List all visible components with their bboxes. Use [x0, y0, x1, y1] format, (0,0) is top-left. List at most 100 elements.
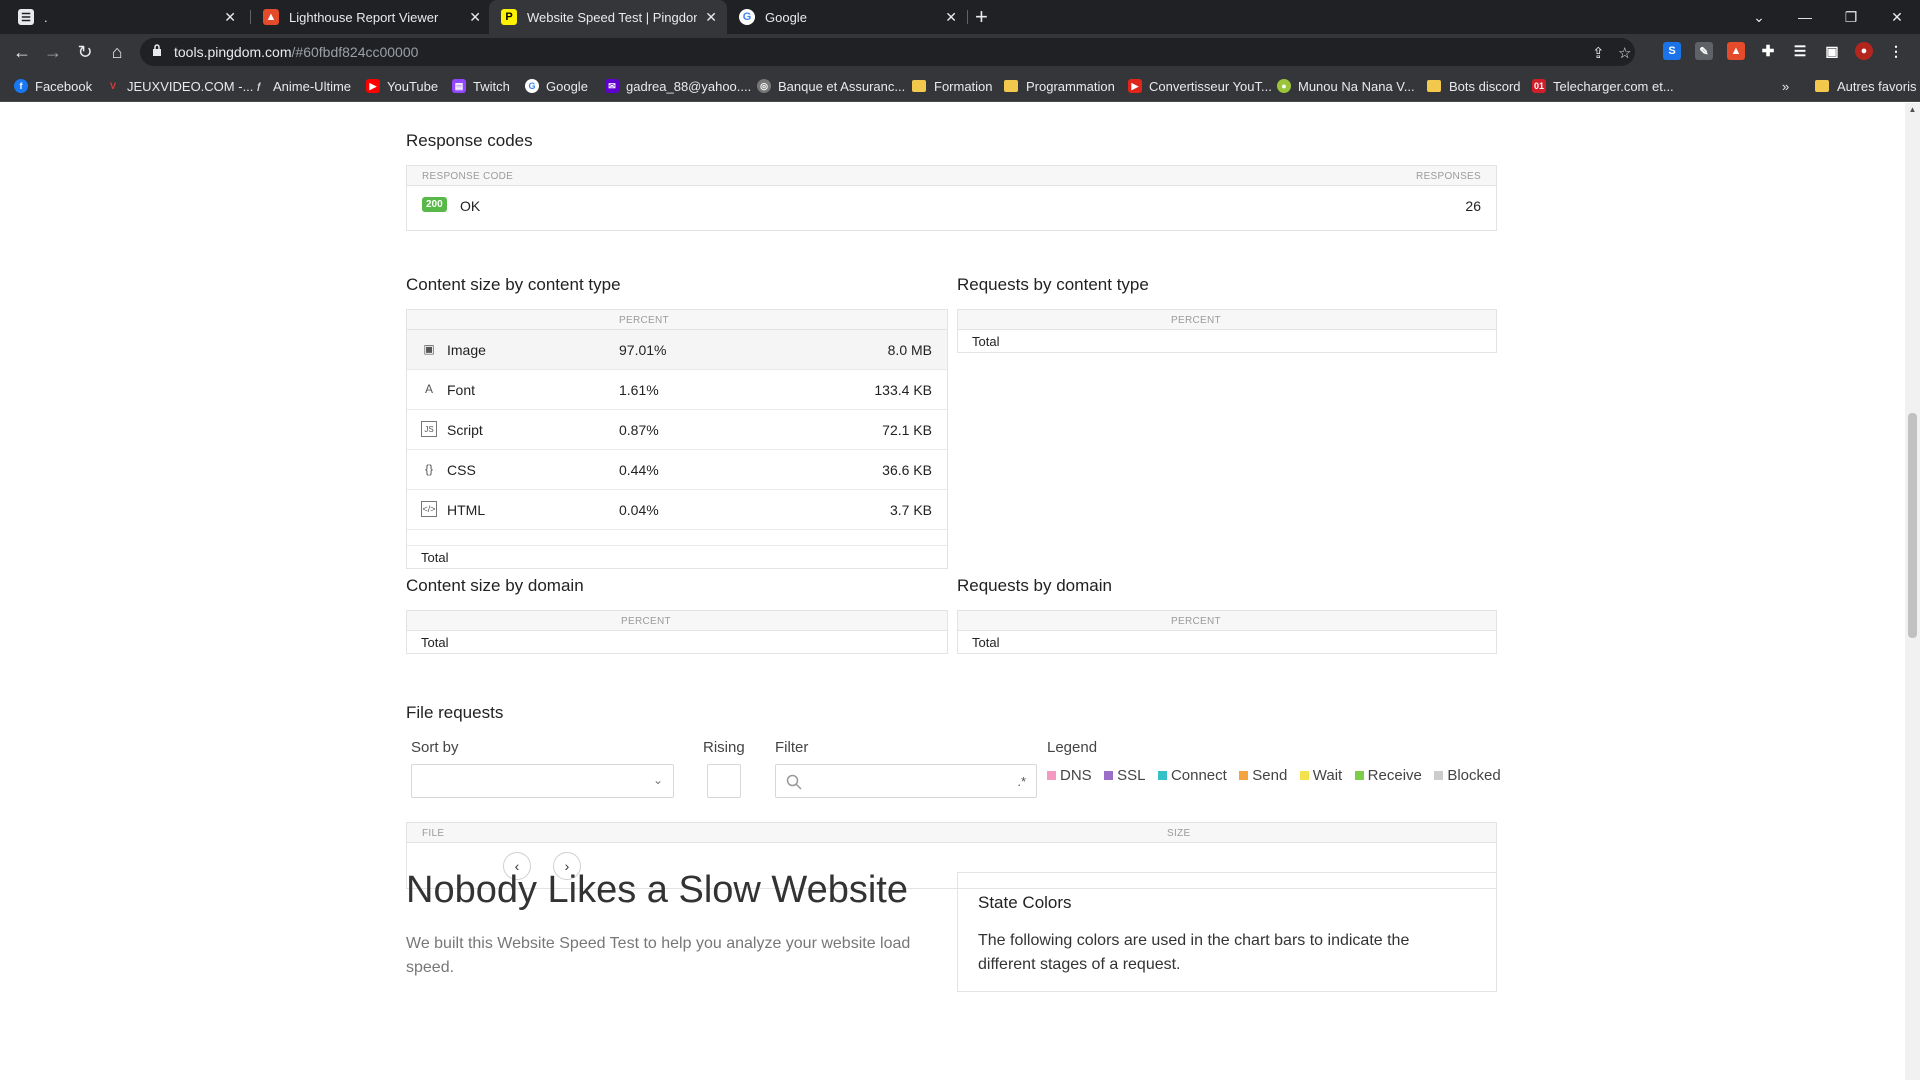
table-row[interactable]: {} CSS 0.44% 36.6 KB: [407, 450, 947, 490]
size-value: 8.0 MB: [887, 342, 932, 358]
filter-input[interactable]: .*: [775, 764, 1037, 798]
home-icon[interactable]: ⌂: [105, 40, 129, 64]
rising-checkbox[interactable]: [707, 764, 741, 798]
total-label: Total: [972, 334, 1000, 349]
sort-by-select[interactable]: ⌄: [411, 764, 674, 798]
extension-lighthouse-icon[interactable]: ▲: [1727, 42, 1745, 60]
table-row[interactable]: ▣ Image 97.01% 8.0 MB: [407, 330, 947, 370]
minimize-button[interactable]: —: [1782, 0, 1828, 34]
tab-lighthouse[interactable]: ▲ Lighthouse Report Viewer ✕: [251, 0, 491, 34]
url-text[interactable]: tools.pingdom.com/#60fbdf824cc00000: [174, 44, 418, 60]
forward-icon[interactable]: →: [41, 40, 65, 64]
tab-favicon: ☰: [18, 9, 34, 25]
bookmark-munou[interactable]: ● Munou Na Nana V...: [1277, 76, 1415, 96]
type-label: Font: [447, 382, 476, 398]
bookmark-yahoo-mail[interactable]: ✉ gadrea_88@yahoo....: [605, 76, 751, 96]
legend: DNS SSL Connect Send Wait Receive Blocke…: [1047, 767, 1509, 785]
table-header: FILE SIZE: [407, 823, 1496, 843]
bookmark-convertisseur[interactable]: ▶ Convertisseur YouT...: [1128, 76, 1272, 96]
type-label: HTML: [447, 502, 486, 518]
requests-type-title: Requests by content type: [957, 275, 1149, 294]
bookmark-star-icon[interactable]: ☆: [1618, 44, 1631, 62]
total-label: Total: [421, 635, 449, 650]
address-bar[interactable]: tools.pingdom.com/#60fbdf824cc00000 ⇪ ☆: [140, 38, 1635, 66]
bookmark-jeuxvideo[interactable]: V JEUXVIDEO.COM -...: [106, 76, 253, 96]
sort-by-label: Sort by: [411, 739, 459, 756]
tab-google[interactable]: G Google ✕: [727, 0, 967, 34]
close-icon[interactable]: ✕: [945, 9, 957, 26]
col-percent: PERCENT: [1171, 616, 1221, 627]
twitch-icon: ▤: [452, 79, 466, 93]
percent-value: 97.01%: [619, 342, 667, 358]
extension-s-icon[interactable]: S: [1663, 42, 1681, 60]
globe-icon: ◎: [757, 79, 771, 93]
tab-pingdom[interactable]: P Website Speed Test | Pingdom To ✕: [489, 0, 727, 34]
state-colors-box: State Colors The following colors are us…: [957, 872, 1497, 992]
reload-icon[interactable]: ↻: [73, 40, 97, 64]
bookmark-twitch[interactable]: ▤ Twitch: [452, 76, 510, 96]
percent-value: 1.61%: [619, 382, 659, 398]
content-size-type-table: PERCENT ▣ Image 97.01% 8.0 MB A Font 1.6…: [406, 309, 948, 569]
menu-kebab-icon[interactable]: ⋮: [1887, 42, 1905, 60]
close-icon[interactable]: ✕: [705, 9, 717, 26]
back-icon[interactable]: ←: [10, 40, 34, 64]
legend-wait: Wait: [1299, 767, 1342, 784]
table-row[interactable]: A Font 1.61% 133.4 KB: [407, 370, 947, 410]
col-percent: PERCENT: [621, 616, 671, 627]
chevron-down-icon: ⌄: [652, 773, 663, 787]
bookmark-banque[interactable]: ◎ Banque et Assuranc...: [757, 76, 905, 96]
total-row: Total: [958, 330, 1496, 352]
scrollbar[interactable]: ▲: [1905, 103, 1920, 1080]
tab-1[interactable]: ☰ . ✕: [6, 0, 246, 34]
response-count: 26: [1465, 198, 1481, 214]
bookmark-programmation[interactable]: Programmation: [1004, 76, 1115, 96]
bookmark-telecharger[interactable]: 01 Telecharger.com et...: [1532, 76, 1674, 96]
close-icon[interactable]: ✕: [469, 9, 481, 26]
side-panel-icon[interactable]: ▣: [1823, 42, 1841, 60]
response-codes-table: RESPONSE CODE RESPONSES 200 OK 26: [406, 165, 1497, 231]
content-size-type-title: Content size by content type: [406, 275, 621, 294]
extension-pen-icon[interactable]: ✎: [1695, 42, 1713, 60]
new-tab-button[interactable]: +: [975, 4, 988, 30]
size-value: 133.4 KB: [874, 382, 932, 398]
percent-value: 0.87%: [619, 422, 659, 438]
status-badge: 200: [422, 197, 447, 212]
intro-paragraph: We built this Website Speed Test to help…: [406, 935, 911, 976]
tab-strip: ☰ . ✕ ▲ Lighthouse Report Viewer ✕ P Web…: [0, 0, 1920, 34]
requests-domain-title: Requests by domain: [957, 576, 1112, 595]
reading-list-icon[interactable]: ☰: [1791, 42, 1809, 60]
percent-value: 0.44%: [619, 462, 659, 478]
scrollbar-thumb[interactable]: [1908, 413, 1917, 638]
restore-button[interactable]: ❐: [1828, 0, 1874, 34]
bookmark-bots-discord[interactable]: Bots discord: [1427, 76, 1521, 96]
total-row: Total: [407, 546, 947, 568]
bookmark-facebook[interactable]: f Facebook: [14, 76, 92, 96]
scroll-up-icon[interactable]: ▲: [1908, 105, 1917, 114]
folder-icon: [1004, 80, 1018, 92]
close-window-button[interactable]: ✕: [1874, 0, 1920, 34]
close-icon[interactable]: ✕: [224, 9, 236, 26]
bookmark-formation[interactable]: Formation: [912, 76, 993, 96]
folder-icon: [1427, 80, 1441, 92]
col-percent: PERCENT: [1171, 315, 1221, 326]
image-icon: ▣: [423, 342, 435, 356]
size-value: 72.1 KB: [882, 422, 932, 438]
share-icon[interactable]: ⇪: [1592, 44, 1605, 62]
tab-search-icon[interactable]: ⌄: [1736, 0, 1782, 34]
table-row[interactable]: </> HTML 0.04% 3.7 KB: [407, 490, 947, 530]
bookmark-anime-ultime[interactable]: ƒ Anime-Ultime: [252, 76, 351, 96]
legend-connect: Connect: [1157, 767, 1227, 784]
type-label: Script: [447, 422, 483, 438]
extensions-puzzle-icon[interactable]: ✚: [1759, 42, 1777, 60]
tab-title: Google: [765, 9, 807, 25]
legend-ssl: SSL: [1104, 767, 1145, 784]
more-bookmarks-button[interactable]: »: [1782, 76, 1789, 96]
bookmark-google[interactable]: G Google: [525, 76, 588, 96]
table-row[interactable]: JS Script 0.87% 72.1 KB: [407, 410, 947, 450]
bookmark-autres-favoris[interactable]: Autres favoris: [1815, 76, 1916, 96]
google-favicon-icon: G: [739, 9, 755, 25]
bookmark-youtube[interactable]: ▶ YouTube: [366, 76, 438, 96]
avatar[interactable]: ●: [1855, 42, 1873, 60]
regex-toggle[interactable]: .*: [1017, 774, 1026, 789]
html-icon: </>: [421, 501, 437, 517]
